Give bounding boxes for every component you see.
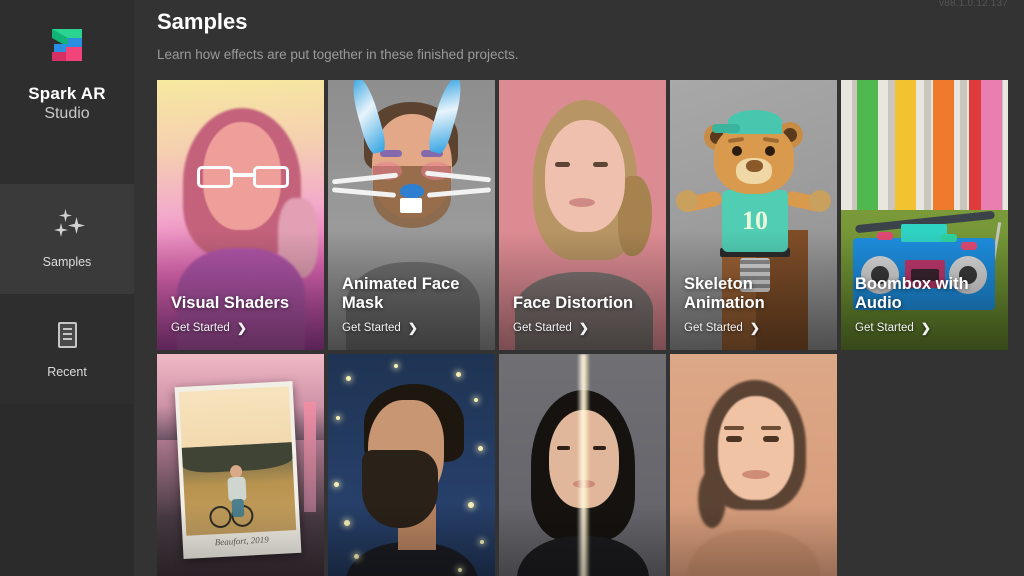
get-started-label: Get Started: [684, 322, 743, 334]
sample-card-facezoom[interactable]: Facezoom Get Started ❯: [670, 354, 837, 576]
chevron-right-icon: ❯: [578, 321, 589, 335]
chevron-right-icon: ❯: [920, 321, 931, 335]
jersey-number: 10: [742, 206, 768, 235]
page-title: Samples: [157, 9, 248, 34]
get-started-label: Get Started: [513, 322, 572, 334]
get-started-link[interactable]: Get Started ❯: [342, 322, 485, 334]
sample-card-animated-face-mask[interactable]: Animated Face Mask Get Started ❯: [328, 80, 495, 350]
get-started-link[interactable]: Get Started ❯: [855, 322, 998, 334]
app-window: Spark AR Studio Samples Recent v88.1.0.1…: [0, 0, 1024, 576]
get-started-link[interactable]: Get Started ❯: [513, 322, 656, 334]
samples-grid: Visual Shaders Get Started ❯ Animated Fa…: [157, 80, 1024, 576]
polaroid-caption: Beaufort, 2019: [214, 534, 269, 548]
sample-card-visual-shaders[interactable]: Visual Shaders Get Started ❯: [157, 80, 324, 350]
light-streak: [577, 354, 590, 576]
sample-title: Face Distortion: [513, 293, 634, 312]
chevron-right-icon: ❯: [407, 321, 418, 335]
sample-title: Visual Shaders: [171, 293, 290, 312]
sample-thumbnail: Beaufort, 2019: [157, 354, 324, 576]
get-started-link[interactable]: Get Started ❯: [684, 322, 827, 334]
brand-name: Spark AR: [28, 84, 106, 103]
sparkles-icon: [47, 209, 87, 243]
get-started-link[interactable]: Get Started ❯: [171, 322, 314, 334]
sample-thumbnail: [499, 354, 666, 576]
sample-card-floating-particles[interactable]: Floating Particles Get Started ❯: [328, 354, 495, 576]
sample-card-holiday-card[interactable]: Beaufort, 2019 Holiday Card Get Started …: [157, 354, 324, 576]
sample-title: Boombox with Audio: [855, 274, 969, 312]
main-content: v88.1.0.12.137 Samples Learn how effects…: [134, 0, 1024, 576]
sidebar-item-label: Samples: [42, 255, 92, 269]
document-list-icon: [47, 319, 87, 353]
chevron-right-icon: ❯: [236, 321, 247, 335]
spark-ar-logo-icon: [38, 16, 96, 74]
sample-title: Skeleton Animation: [684, 274, 765, 312]
chevron-right-icon: ❯: [749, 321, 760, 335]
sample-thumbnail: [670, 354, 837, 576]
sample-thumbnail: [328, 354, 495, 576]
get-started-label: Get Started: [855, 322, 914, 334]
version-label: v88.1.0.12.137: [939, 0, 1008, 9]
sample-card-boombox-with-audio[interactable]: Boombox with Audio Get Started ❯: [841, 80, 1008, 350]
brand-block: Spark AR Studio: [0, 0, 134, 184]
get-started-label: Get Started: [171, 322, 230, 334]
sidebar: Spark AR Studio Samples Recent: [0, 0, 134, 576]
sidebar-item-samples[interactable]: Samples: [0, 184, 134, 294]
sample-title: Animated Face Mask: [342, 274, 460, 312]
get-started-label: Get Started: [342, 322, 401, 334]
sample-card-face-distortion[interactable]: Face Distortion Get Started ❯: [499, 80, 666, 350]
sidebar-item-label: Recent: [47, 365, 87, 379]
brand-subtitle: Studio: [44, 104, 90, 122]
sidebar-item-recent[interactable]: Recent: [0, 294, 134, 404]
page-subtitle: Learn how effects are put together in th…: [157, 47, 519, 62]
sample-card-skeleton-animation[interactable]: 10 Skeleton Animation Get Started ❯: [670, 80, 837, 350]
sample-card-light-leak[interactable]: Light Leak Get Started ❯: [499, 354, 666, 576]
